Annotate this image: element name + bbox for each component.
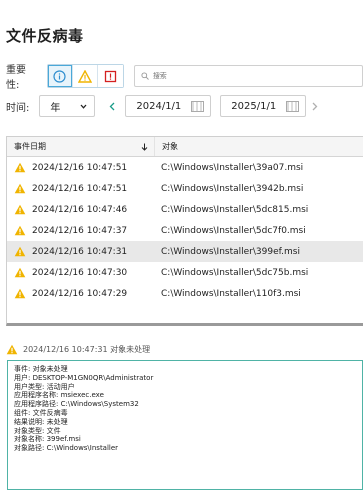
sort-down-icon <box>141 143 148 151</box>
search-input[interactable] <box>152 72 353 80</box>
event-date-cell: 2024/12/16 10:47:51 <box>7 162 155 173</box>
table-row[interactable]: 2024/12/16 10:47:46 C:\Windows\Installer\… <box>7 199 363 220</box>
detail-line: 事件: 对象未处理 <box>14 365 68 373</box>
warning-icon <box>14 162 26 173</box>
event-date-cell: 2024/12/16 10:47:31 <box>7 246 155 257</box>
severity-filter-row: 重要性: <box>6 61 363 91</box>
page-title: 文件反病毒 <box>6 27 84 45</box>
warning-icon <box>14 183 26 194</box>
calendar-icon[interactable] <box>286 100 300 112</box>
end-date-field[interactable]: 2025/1/1 <box>220 95 307 117</box>
table-body: 2024/12/16 10:47:51 C:\Windows\Installer\… <box>7 157 363 304</box>
detail-line: 对象名称: 399ef.msi <box>14 435 81 444</box>
detail-line: 应用程序名称: msiexec.exe <box>14 391 104 400</box>
table-row[interactable]: 2024/12/16 10:47:37 C:\Windows\Installer\… <box>7 220 363 241</box>
detail-header: 2024/12/16 10:47:31 对象未处理 <box>6 344 150 355</box>
period-value: 年 <box>50 102 61 114</box>
start-date-field[interactable]: 2024/1/1 <box>125 95 212 117</box>
severity-toggle-group <box>46 64 124 88</box>
event-date-cell: 2024/12/16 10:47:37 <box>7 225 155 236</box>
event-date-cell: 2024/12/16 10:47:29 <box>7 288 155 299</box>
critical-icon <box>104 70 116 82</box>
warning-icon <box>14 225 26 236</box>
table-row[interactable]: 2024/12/16 10:47:51 C:\Windows\Installer\… <box>7 157 363 178</box>
object-cell: C:\Windows\Installer\5dc75b.msi <box>161 267 309 278</box>
search-icon <box>141 72 149 80</box>
detail-line: 对象路径: C:\Windows\Installer <box>14 444 119 453</box>
table-header: 事件日期 对象 <box>7 137 363 157</box>
warning-icon <box>14 246 26 257</box>
severity-warning-button[interactable] <box>72 65 98 87</box>
chevron-left-icon <box>109 102 115 110</box>
search-box[interactable] <box>133 65 363 87</box>
severity-label: 重要性: <box>6 65 26 91</box>
detail-line: 应用程序路径: C:\Windows\System32 <box>14 400 139 409</box>
info-icon <box>53 69 66 83</box>
warning-icon <box>14 204 26 215</box>
detail-header-text: 2024/12/16 10:47:31 对象未处理 <box>23 345 151 354</box>
detail-line: 组件: 文件反病毒 <box>14 408 68 417</box>
table-row[interactable]: 2024/12/16 10:47:51 C:\Windows\Installer\… <box>7 178 363 199</box>
object-cell: C:\Windows\Installer\5dc7f0.msi <box>161 225 306 236</box>
column-header-object[interactable]: 对象 <box>155 141 178 152</box>
object-cell: C:\Windows\Installer\399ef.msi <box>161 246 300 257</box>
table-row[interactable]: 2024/12/16 10:47:30 C:\Windows\Installer\… <box>7 262 363 283</box>
period-select[interactable]: 年 <box>39 95 96 117</box>
end-date-value: 2025/1/1 <box>231 100 277 112</box>
events-table: 事件日期 对象 2024/12/16 10:47:51 C:\Windows\In… <box>6 136 363 326</box>
severity-info-button[interactable] <box>47 65 73 87</box>
object-cell: C:\Windows\Installer\110f3.msi <box>161 288 301 299</box>
event-date-cell: 2024/12/16 10:47:46 <box>7 204 155 215</box>
object-cell: C:\Windows\Installer\39a07.msi <box>161 162 304 173</box>
table-row[interactable]: 2024/12/16 10:47:29 C:\Windows\Installer\… <box>7 283 363 304</box>
table-row[interactable]: 2024/12/16 10:47:31 C:\Windows\Installer\… <box>7 241 363 262</box>
object-cell: C:\Windows\Installer\3942b.msi <box>161 183 304 194</box>
calendar-icon[interactable] <box>191 100 205 112</box>
time-label: 时间: <box>6 102 30 114</box>
event-detail-panel: 事件: 对象未处理 用户: DESKTOP-M1GN0QR\Administrat… <box>7 360 363 490</box>
previous-period-button[interactable] <box>105 95 119 117</box>
event-date-cell: 2024/12/16 10:47:30 <box>7 267 155 278</box>
detail-line: 结果说明: 未处理 <box>14 417 68 426</box>
severity-critical-button[interactable] <box>97 65 123 87</box>
column-header-event-date[interactable]: 事件日期 <box>7 137 155 156</box>
object-cell: C:\Windows\Installer\5dc815.msi <box>161 204 309 215</box>
start-date-value: 2024/1/1 <box>136 100 182 112</box>
chevron-right-icon <box>312 102 318 110</box>
next-period-button[interactable] <box>308 95 322 117</box>
warning-icon <box>6 344 18 355</box>
detail-line: 用户: DESKTOP-M1GN0QR\Administrator <box>14 373 154 382</box>
warning-icon <box>14 288 26 299</box>
time-filter-row: 时间: 年 2024/1/1 2025/1/1 <box>6 95 322 117</box>
chevron-down-icon <box>80 104 87 109</box>
warning-icon <box>77 69 92 83</box>
warning-icon <box>14 267 26 278</box>
event-date-cell: 2024/12/16 10:47:51 <box>7 183 155 194</box>
